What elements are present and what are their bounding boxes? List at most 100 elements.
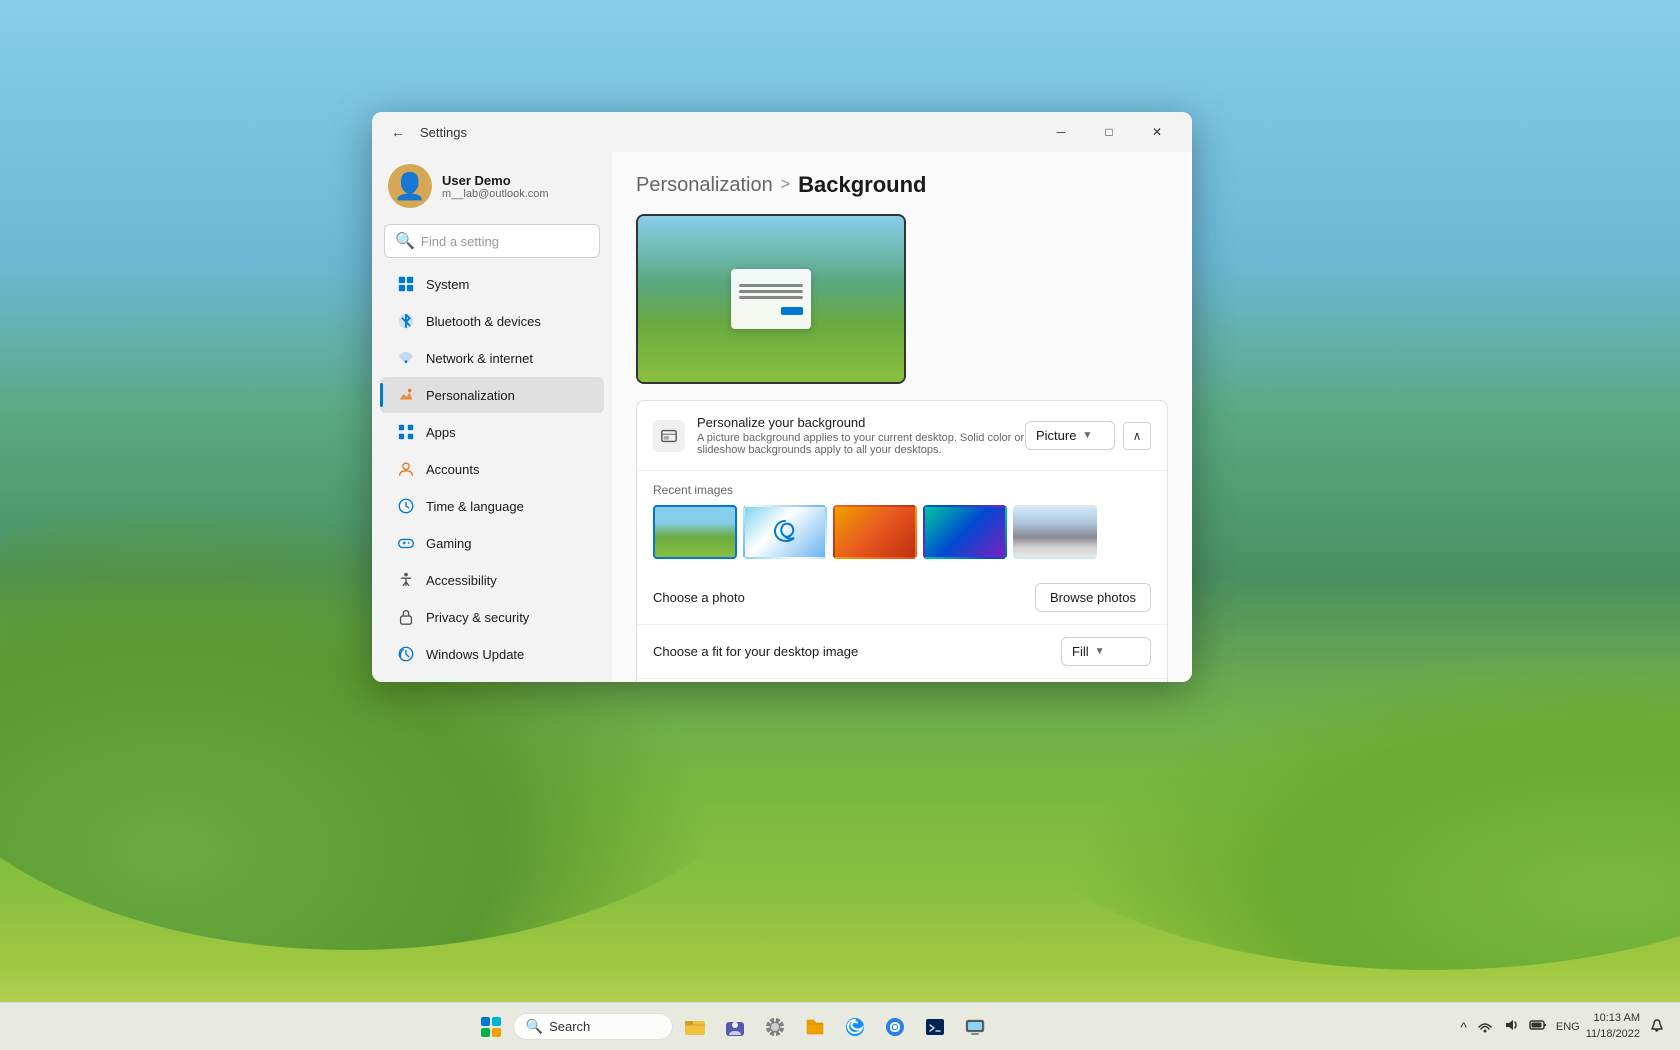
personalization-icon (396, 385, 416, 405)
tray-battery[interactable] (1526, 1015, 1550, 1038)
user-profile[interactable]: 👤 User Demo m__lab@outlook.com (372, 152, 612, 224)
tray-sound[interactable] (1500, 1015, 1522, 1038)
taskbar: 🔍 Search (0, 1002, 1680, 1050)
personalize-card: Personalize your background A picture ba… (636, 400, 1168, 682)
dialog-line-1 (739, 284, 803, 287)
dialog-button (781, 307, 803, 315)
settings-search-input[interactable] (421, 234, 597, 249)
sidebar-item-gaming-label: Gaming (426, 536, 472, 551)
recent-image-2[interactable] (743, 505, 827, 559)
taskbar-date-display: 11/18/2022 (1586, 1027, 1640, 1042)
sidebar-item-system[interactable]: System (380, 266, 604, 302)
dropdown-chevron: ▼ (1082, 430, 1092, 441)
taskbar-search-icon: 🔍 (526, 1018, 543, 1035)
fit-dropdown[interactable]: Fill ▼ (1061, 637, 1151, 666)
maximize-button[interactable]: □ (1086, 116, 1132, 148)
sidebar-item-apps-label: Apps (426, 425, 456, 440)
sidebar-item-bluetooth-label: Bluetooth & devices (426, 314, 541, 329)
taskbar-time-display: 10:13 AM (1586, 1011, 1640, 1026)
choose-fit-control: Fill ▼ (1061, 637, 1151, 666)
network-icon (396, 348, 416, 368)
taskbar-terminal[interactable] (917, 1009, 953, 1045)
content-area: Personalization > Background (612, 152, 1192, 682)
personalize-text: Personalize your background A picture ba… (697, 415, 1025, 456)
recent-images-grid (653, 505, 1151, 559)
breadcrumb-parent[interactable]: Personalization (636, 174, 773, 197)
recent-image-5[interactable] (1013, 505, 1097, 559)
sidebar-item-privacy[interactable]: Privacy & security (380, 599, 604, 635)
window-title: Settings (420, 125, 467, 140)
choose-photo-label: Choose a photo (653, 590, 1035, 605)
sidebar-item-gaming[interactable]: Gaming (380, 525, 604, 561)
time-icon (396, 496, 416, 516)
tray-notification[interactable] (1646, 1015, 1668, 1038)
close-button[interactable]: ✕ (1134, 116, 1180, 148)
user-name: User Demo (442, 173, 549, 188)
taskbar-edge[interactable] (837, 1009, 873, 1045)
sidebar-item-bluetooth[interactable]: Bluetooth & devices (380, 303, 604, 339)
avatar: 👤 (388, 164, 432, 208)
user-info: User Demo m__lab@outlook.com (442, 173, 549, 200)
breadcrumb: Personalization > Background (636, 172, 1168, 198)
personalize-row: Personalize your background A picture ba… (637, 401, 1167, 471)
settings-window: ← Settings ─ □ ✕ 👤 User Demo m__lab@outl… (372, 112, 1192, 682)
sidebar-item-privacy-label: Privacy & security (426, 610, 529, 625)
sidebar-item-accounts-label: Accounts (426, 462, 479, 477)
sidebar-item-apps[interactable]: Apps (380, 414, 604, 450)
taskbar-files[interactable] (797, 1009, 833, 1045)
start-button[interactable] (473, 1009, 509, 1045)
recent-image-1[interactable] (653, 505, 737, 559)
system-tray: ^ (1457, 1015, 1550, 1038)
sidebar-item-personalization-label: Personalization (426, 388, 515, 403)
tray-chevron[interactable]: ^ (1457, 1017, 1470, 1037)
sidebar-item-accounts[interactable]: Accounts (380, 451, 604, 487)
window-controls: ─ □ ✕ (1038, 116, 1180, 148)
dialog-button-bar (739, 307, 803, 315)
taskbar-datetime[interactable]: 10:13 AM 11/18/2022 (1586, 1011, 1640, 1042)
expand-section-button[interactable]: ∧ (1123, 422, 1151, 450)
sidebar-item-personalization[interactable]: Personalization (380, 377, 604, 413)
sidebar-item-network[interactable]: Network & internet (380, 340, 604, 376)
taskbar-teams[interactable] (717, 1009, 753, 1045)
title-bar: ← Settings ─ □ ✕ (372, 112, 1192, 152)
background-type-dropdown[interactable]: Picture ▼ (1025, 421, 1115, 450)
taskbar-search[interactable]: 🔍 Search (513, 1013, 673, 1040)
dialog-line-2 (739, 290, 803, 293)
taskbar-search-label: Search (549, 1019, 590, 1034)
dialog-lines (739, 284, 803, 299)
privacy-icon (396, 607, 416, 627)
taskbar-right: ^ ENG (1457, 1011, 1680, 1042)
sidebar-item-accessibility[interactable]: Accessibility (380, 562, 604, 598)
minimize-button[interactable]: ─ (1038, 116, 1084, 148)
recent-images-label: Recent images (653, 483, 1151, 497)
sidebar-item-update[interactable]: Windows Update (380, 636, 604, 672)
personalize-control: Picture ▼ ∧ (1025, 421, 1151, 450)
breadcrumb-separator: > (781, 176, 790, 194)
choose-photo-row: Choose a photo Browse photos (637, 571, 1167, 625)
taskbar-settings-app[interactable] (757, 1009, 793, 1045)
personalize-desc: A picture background applies to your cur… (697, 432, 1025, 456)
sidebar-item-time[interactable]: Time & language (380, 488, 604, 524)
user-email: m__lab@outlook.com (442, 188, 549, 200)
tray-network[interactable] (1474, 1015, 1496, 1038)
title-bar-left: ← Settings (384, 118, 467, 146)
taskbar-explorer[interactable] (677, 1009, 713, 1045)
recent-images-section: Recent images (637, 471, 1167, 571)
preview-screen (638, 216, 904, 382)
taskbar-remote[interactable] (957, 1009, 993, 1045)
background-type-label: Picture (1036, 428, 1076, 443)
tray-lang: ENG (1556, 1021, 1580, 1033)
recent-image-3[interactable] (833, 505, 917, 559)
settings-search-box[interactable]: 🔍 (384, 224, 600, 258)
browse-photos-button[interactable]: Browse photos (1035, 583, 1151, 612)
window-body: 👤 User Demo m__lab@outlook.com 🔍 Sys (372, 152, 1192, 682)
choose-fit-row: Choose a fit for your desktop image Fill… (637, 625, 1167, 679)
taskbar-edge2[interactable] (877, 1009, 913, 1045)
gaming-icon (396, 533, 416, 553)
sidebar-item-system-label: System (426, 277, 469, 292)
recent-image-4[interactable] (923, 505, 1007, 559)
expand-icon: ∧ (1133, 429, 1142, 443)
choose-stickers-row: Choose stickers for your wallpaper Add s… (637, 679, 1167, 682)
back-button[interactable]: ← (384, 118, 412, 146)
background-preview (636, 214, 906, 384)
